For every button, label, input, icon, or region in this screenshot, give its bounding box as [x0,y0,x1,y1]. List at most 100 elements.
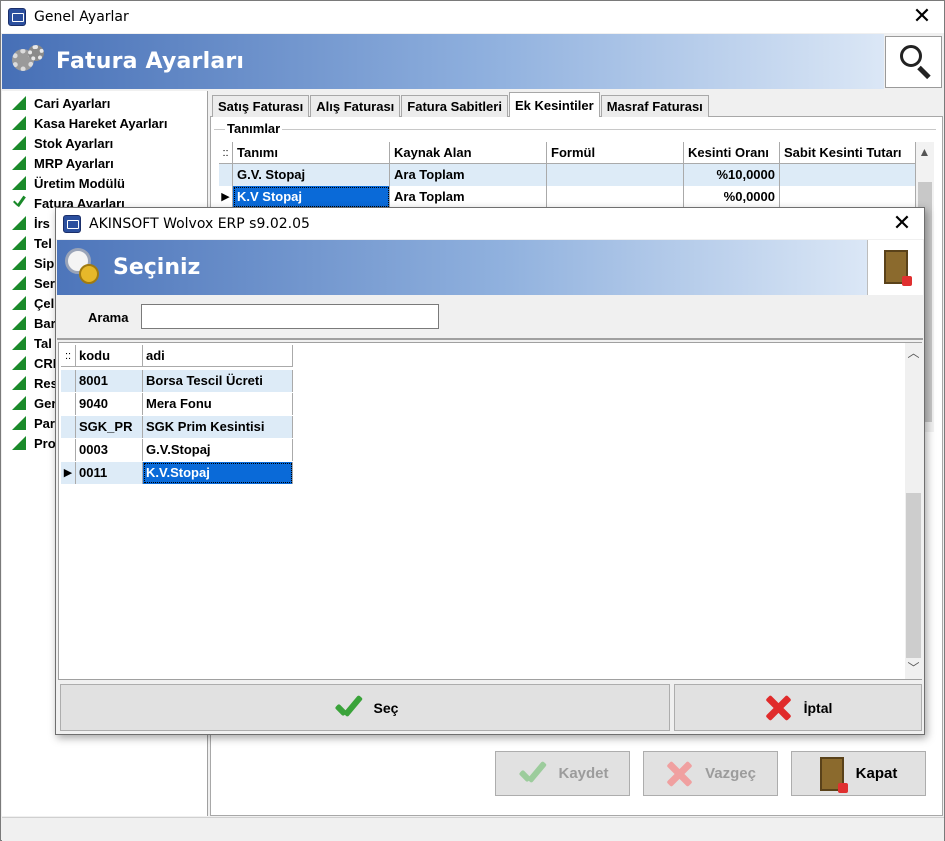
tab-fatura-sabitleri[interactable]: Fatura Sabitleri [401,95,508,117]
scroll-up-arrow-icon[interactable]: ▲ [918,145,931,160]
tab-satis-faturasi[interactable]: Satış Faturası [212,95,310,117]
cell-kaynak-alan[interactable]: Ara Toplam [390,186,547,208]
vazgec-button[interactable]: Vazgeç [643,751,778,796]
cell-kodu[interactable]: 9040 [76,393,143,415]
dialog-exit-button[interactable] [867,240,923,295]
cell-kodu[interactable]: 8001 [76,370,143,392]
dialog-close-button[interactable]: ✕ [880,208,924,240]
cell-tanimi[interactable]: K.V Stopaj [233,186,390,208]
dialog-divider [57,338,923,340]
tree-item-tal[interactable]: Tal [12,333,52,353]
cell-kodu[interactable]: SGK_PR [76,416,143,438]
cell-adi[interactable]: Borsa Tescil Ücreti [143,370,293,392]
dialog-title: AKINSOFT Wolvox ERP s9.02.05 [89,215,310,232]
tab-ek-kesintiler[interactable]: Ek Kesintiler [508,92,600,117]
table-row-selected[interactable]: ▶ 0011 K.V.Stopaj [61,462,293,484]
column-header-kaynak-alan[interactable]: Kaynak Alan [390,142,547,163]
search-input[interactable] [141,304,439,329]
kaydet-label: Kaydet [558,765,609,782]
tree-item-crm[interactable]: CRI [12,353,56,373]
scroll-up-chevron-icon[interactable]: ︿ [907,346,920,361]
tree-item-genel[interactable]: Ger [12,393,56,413]
tree-item-label: Ger [34,395,57,411]
cell-adi[interactable]: SGK Prim Kesintisi [143,416,293,438]
search-button[interactable] [885,36,942,88]
cell-sabit-kesinti[interactable] [780,186,916,208]
cell-kodu[interactable]: 0003 [76,439,143,461]
scroll-down-chevron-icon[interactable]: ﹀ [907,661,920,676]
row-indicator [61,439,76,461]
dialog-vertical-scrollbar[interactable]: ︿ ﹀ [905,343,922,679]
tree-node-icon [12,396,26,410]
cell-adi[interactable]: G.V.Stopaj [143,439,293,461]
dialog-banner-title: Seçiniz [113,255,201,280]
table-row[interactable]: 9040 Mera Fonu [61,393,293,415]
tree-item-label: Cari Ayarları [34,95,111,111]
tree-item-bar[interactable]: Bar [12,313,56,333]
scroll-thumb[interactable] [906,493,921,658]
column-header-tanimi[interactable]: Tanımı [233,142,390,163]
tree-item-cel[interactable]: Çel [12,293,54,313]
iptal-label: İptal [803,699,833,716]
tree-item-label: Par [34,415,55,431]
tree-item-par[interactable]: Par [12,413,55,433]
tree-item-label: MRP Ayarları [34,155,114,171]
vazgec-label: Vazgeç [705,765,756,782]
tree-node-icon [12,376,26,390]
table-row[interactable]: 0003 G.V.Stopaj [61,439,293,461]
selection-grid: :: kodu adi 8001 Borsa Tescil Ücreti 904… [58,342,922,680]
cell-sabit-kesinti[interactable] [780,164,916,186]
tree-node-icon [12,336,26,350]
tree-item-label: Tal [34,335,52,351]
cell-adi[interactable]: K.V.Stopaj [143,462,293,484]
table-row[interactable]: ▶ K.V Stopaj Ara Toplam %0,0000 [219,186,934,208]
tab-masraf-faturasi[interactable]: Masraf Faturası [600,95,709,117]
window-close-button[interactable]: ✕ [900,1,944,33]
tree-item-irsaliye[interactable]: İrs [12,213,50,233]
cell-formul[interactable] [547,164,684,186]
status-bar [2,817,944,841]
table-row[interactable]: 8001 Borsa Tescil Ücreti [61,370,293,392]
kaydet-button[interactable]: Kaydet [495,751,630,796]
cell-adi[interactable]: Mera Fonu [143,393,293,415]
cell-kaynak-alan[interactable]: Ara Toplam [390,164,547,186]
cell-tanimi[interactable]: G.V. Stopaj [233,164,390,186]
iptal-button[interactable]: İptal [674,684,922,731]
cell-kesinti-orani[interactable]: %10,0000 [684,164,780,186]
kesinti-grid: :: Tanımı Kaynak Alan Formül Kesinti Ora… [219,142,934,208]
column-header-sabit-kesinti[interactable]: Sabit Kesinti Tutarı [780,142,916,163]
table-row[interactable]: G.V. Stopaj Ara Toplam %10,0000 [219,164,934,186]
tree-item-cari[interactable]: Cari Ayarları [12,93,110,113]
tree-node-icon [12,116,26,130]
column-header-adi[interactable]: adi [143,345,293,366]
cell-kesinti-orani[interactable]: %0,0000 [684,186,780,208]
tree-item-stok[interactable]: Stok Ayarları [12,133,113,153]
tree-item-pro[interactable]: Pro [12,433,56,453]
cell-formul[interactable] [547,186,684,208]
tree-item-label: Bar [34,315,56,331]
column-header-kesinti-orani[interactable]: Kesinti Oranı [684,142,780,163]
row-indicator [61,393,76,415]
column-header-formul[interactable]: Formül [547,142,684,163]
tree-item-kasa[interactable]: Kasa Hareket Ayarları [12,113,167,133]
window-title: Genel Ayarlar [34,9,129,25]
row-indicator [219,164,233,186]
tree-item-uretim[interactable]: Üretim Modülü [12,173,125,193]
table-row[interactable]: SGK_PR SGK Prim Kesintisi [61,416,293,438]
kapat-button[interactable]: Kapat [791,751,926,796]
tree-item-sip[interactable]: Sip [12,253,54,273]
tree-item-ser[interactable]: Ser [12,273,55,293]
row-indicator [61,416,76,438]
cell-kodu[interactable]: 0011 [76,462,143,484]
tree-item-tel[interactable]: Tel [12,233,52,253]
row-indicator-header: :: [61,345,76,366]
tab-alis-faturasi[interactable]: Alış Faturası [310,95,401,117]
column-header-kodu[interactable]: kodu [76,345,143,366]
tree-item-label: Çel [34,295,55,311]
tree-item-mrp[interactable]: MRP Ayarları [12,153,114,173]
sec-button[interactable]: Seç [60,684,670,731]
tree-item-res[interactable]: Res [12,373,58,393]
gear-icon [10,43,48,81]
tree-item-label: Kasa Hareket Ayarları [34,115,168,131]
cancel-x-icon [764,694,792,722]
